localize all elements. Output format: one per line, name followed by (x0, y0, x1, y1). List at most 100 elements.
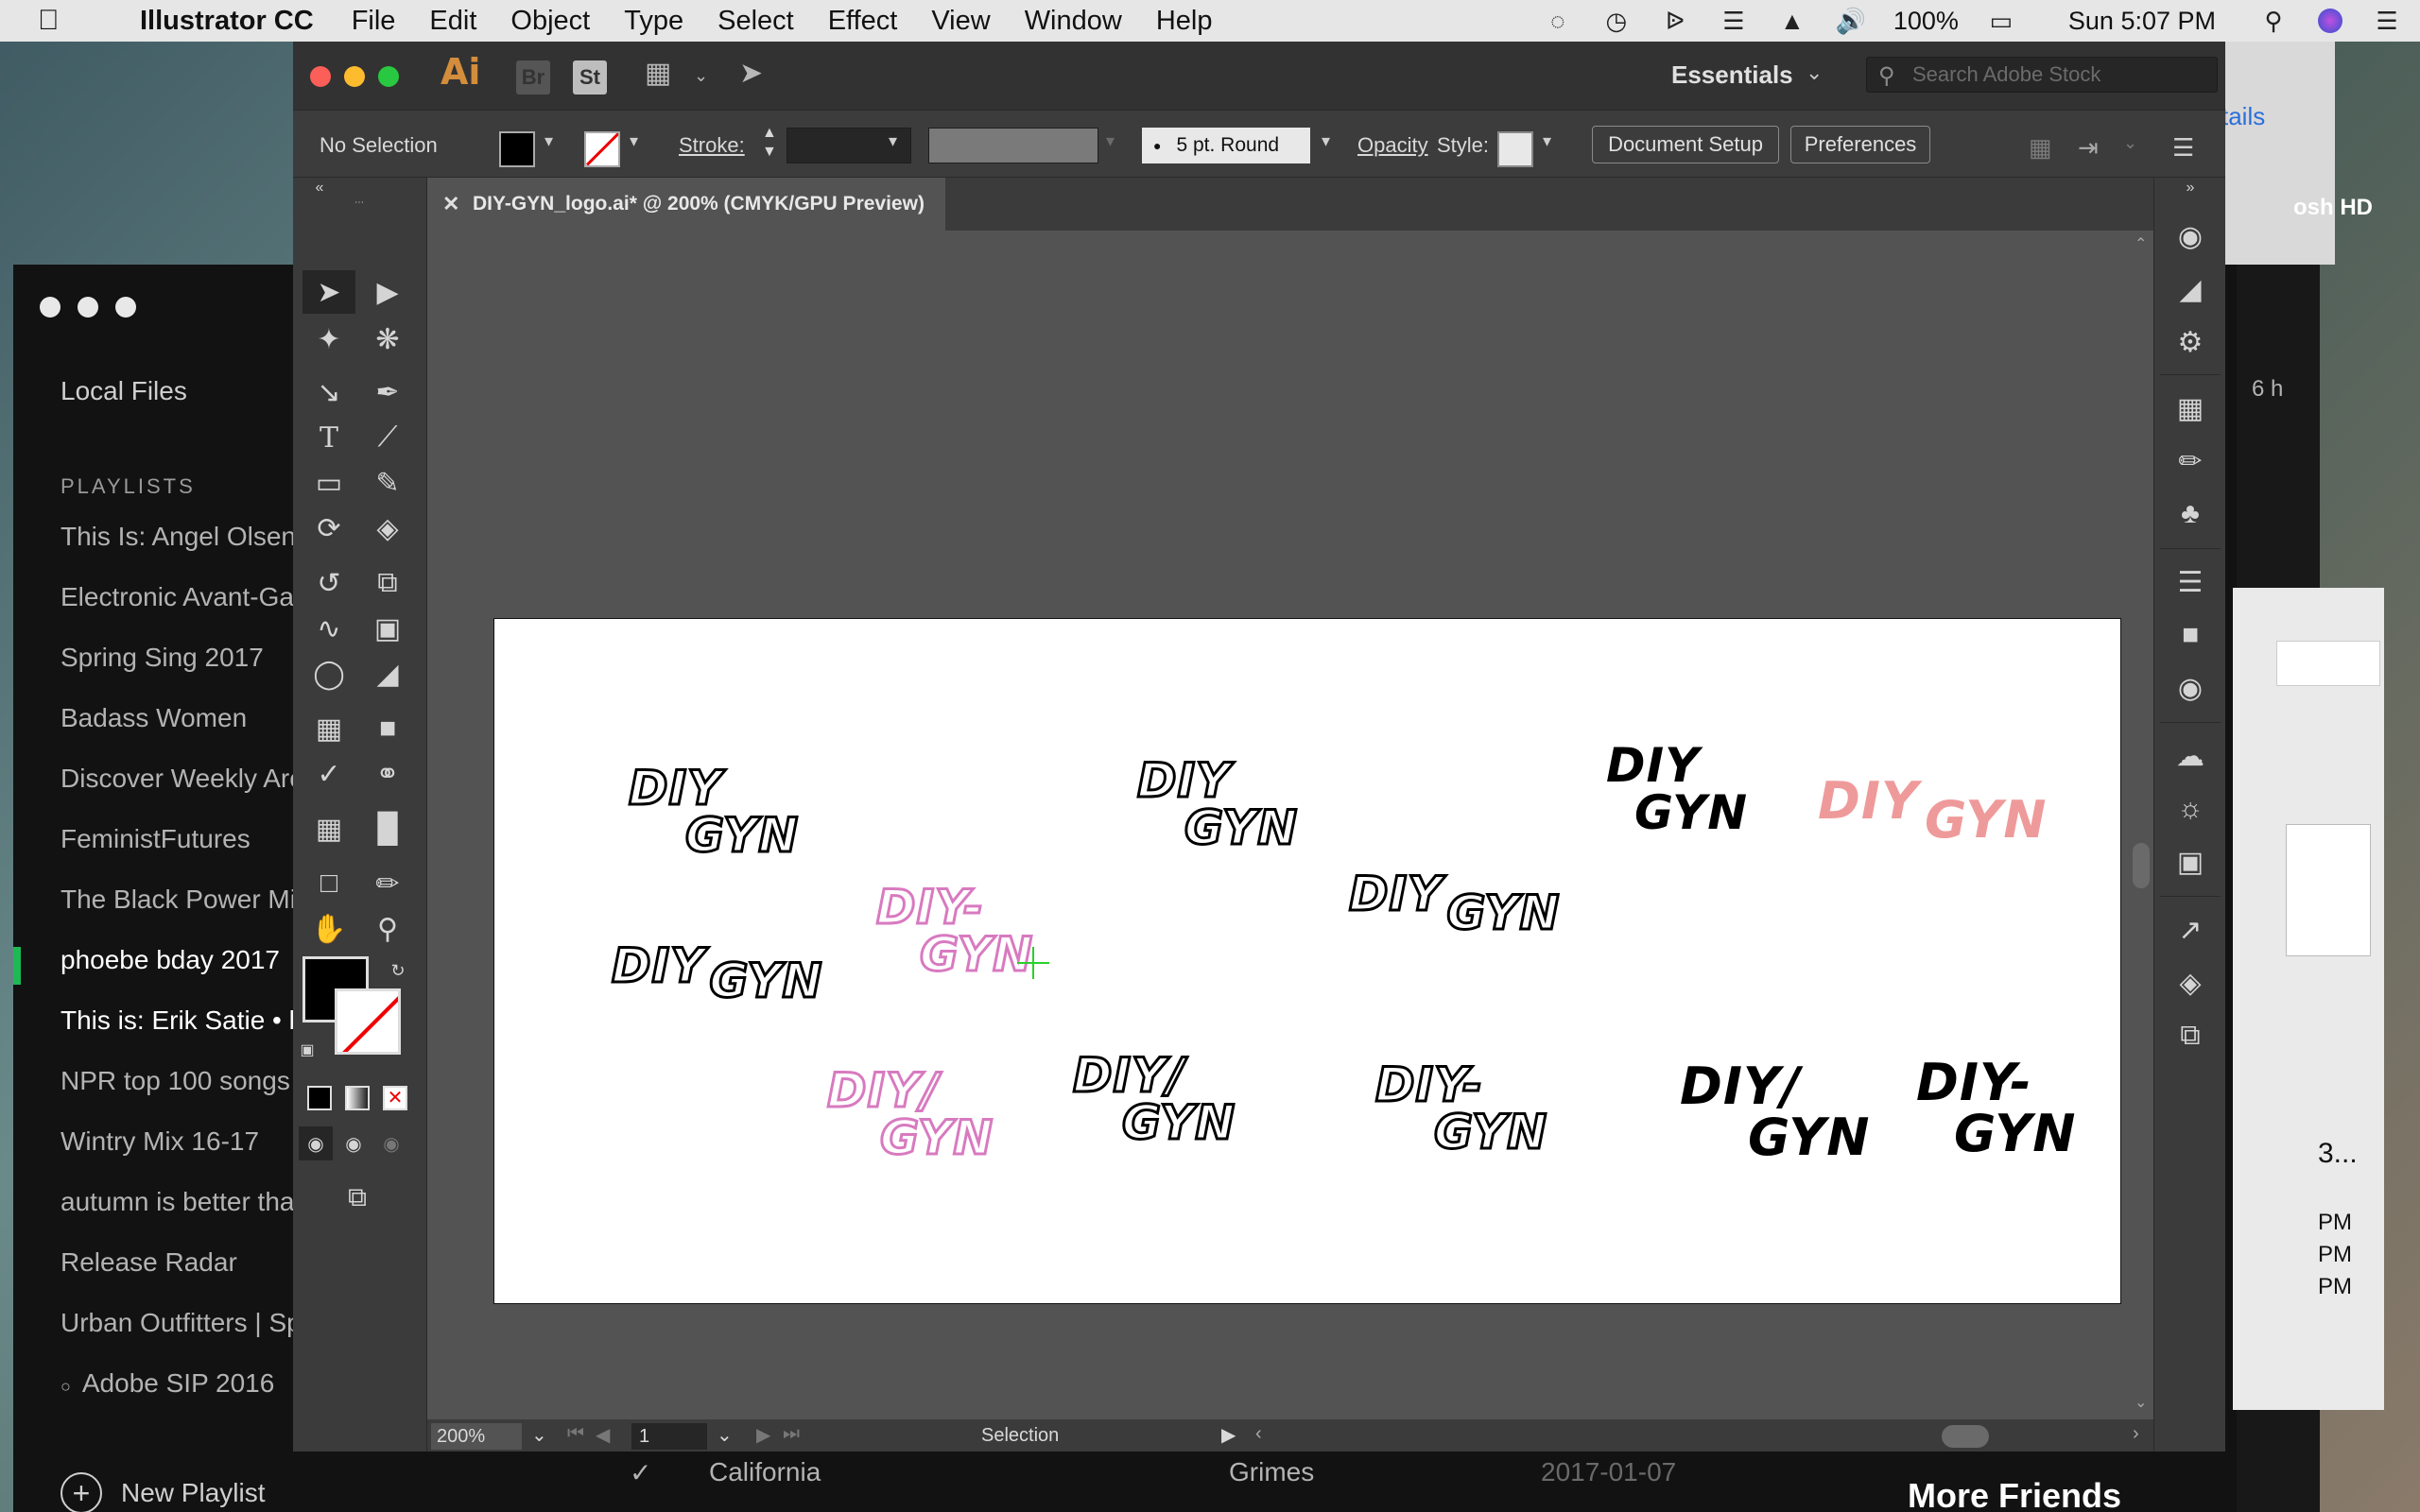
playlist-item[interactable]: The Black Power Mix (60, 881, 306, 941)
logo-variant[interactable]: DIYGYN (610, 941, 822, 1006)
default-fill-stroke-icon[interactable]: ▣ (293, 1036, 321, 1064)
chevron-down-icon[interactable]: ▾ (1322, 131, 1330, 151)
libraries-panel-icon[interactable]: ☁ (2171, 737, 2209, 775)
menu-window[interactable]: Window (1025, 6, 1122, 37)
playlist-item[interactable]: Spring Sing 2017 (60, 639, 306, 699)
brush-definition-dropdown[interactable]: ● 5 pt. Round (1142, 128, 1310, 163)
chevron-down-icon[interactable]: ⌄ (1806, 60, 1823, 85)
playlist-item-active[interactable]: phoebe bday 2017 (60, 941, 306, 1002)
playlist-item[interactable]: Electronic Avant-Garde (60, 578, 306, 639)
menu-effect[interactable]: Effect (828, 6, 898, 37)
track-saved-icon[interactable]: ✓ (630, 1457, 651, 1488)
status-tool-name[interactable]: Selection (981, 1425, 1059, 1447)
chevron-down-icon[interactable]: ⌄ (2123, 133, 2137, 153)
none-mode-icon[interactable]: ✕ (378, 1081, 412, 1115)
direct-selection-tool-icon[interactable]: ▶ (361, 270, 414, 314)
transparency-panel-icon[interactable]: ◉ (2171, 669, 2209, 707)
clock[interactable]: Sun 5:07 PM (2068, 7, 2216, 36)
arrange-documents-icon[interactable]: ▦ (645, 57, 671, 90)
swap-fill-stroke-icon[interactable]: ↻ (384, 956, 412, 985)
color-panel-icon[interactable]: ◉ (2171, 217, 2209, 255)
logo-variant[interactable]: DIY- GYN (1916, 1057, 2076, 1160)
playlist-item[interactable]: FeministFutures (60, 820, 306, 881)
shaper-tool-icon[interactable]: ⟳ (302, 507, 355, 550)
close-button[interactable] (310, 66, 331, 87)
creative-cloud-icon[interactable]: ◌ (1544, 7, 1572, 35)
stroke-swatch[interactable] (584, 131, 620, 167)
horizontal-scroll-thumb[interactable] (1942, 1425, 1989, 1448)
stroke-color-box[interactable] (335, 988, 401, 1055)
color-mode-icon[interactable] (302, 1081, 337, 1115)
symbol-sprayer-tool-icon[interactable]: ▦ (302, 807, 355, 850)
stroke-stepper-icon[interactable]: ▲ ▼ (762, 124, 777, 162)
bridge-icon[interactable]: Br (516, 60, 550, 94)
shape-builder-tool-icon[interactable]: ◯ (302, 652, 355, 696)
gpu-performance-icon[interactable]: ➤ (739, 57, 763, 90)
logo-variant[interactable]: DIY- GYN (1374, 1060, 1548, 1158)
logo-variant[interactable]: DIY/ GYN (826, 1066, 994, 1163)
appearance-panel-icon[interactable]: ☼ (2171, 790, 2209, 828)
logo-variant[interactable]: DIYGYN (1347, 869, 1560, 938)
magic-wand-tool-icon[interactable]: ✦ (302, 318, 355, 361)
paintbrush-tool-icon[interactable]: ✎ (361, 461, 414, 505)
free-transform-tool-icon[interactable]: ▣ (361, 607, 414, 650)
eyedropper-tool-icon[interactable]: ✓ (302, 752, 355, 796)
logo-variant[interactable]: DIY/ GYN (1680, 1061, 1870, 1163)
line-segment-tool-icon[interactable]: ⟋ (361, 416, 414, 459)
logo-variant[interactable]: DIYGYN (1818, 776, 2047, 846)
rectangle-tool-icon[interactable]: ▭ (302, 461, 355, 505)
layers-panel-icon[interactable]: ◈ (2171, 964, 2209, 1002)
perspective-grid-tool-icon[interactable]: ◢ (361, 652, 414, 696)
gradient-panel-icon[interactable]: ■ (2171, 616, 2209, 654)
menu-view[interactable]: View (931, 6, 990, 37)
scroll-down-icon[interactable]: ⌄ (2135, 1393, 2147, 1412)
next-artboard-icon[interactable]: ▶ (756, 1423, 770, 1447)
menu-edit[interactable]: Edit (429, 6, 476, 37)
chevron-down-icon[interactable]: ▾ (630, 131, 638, 151)
airplay-icon[interactable]: ▲ (1778, 7, 1806, 35)
lasso-tool-icon[interactable]: ❋ (361, 318, 414, 361)
scroll-up-icon[interactable]: ⌃ (2135, 234, 2147, 253)
draw-normal-icon[interactable]: ◉ (299, 1126, 333, 1160)
battery-icon[interactable]: ▭ (1987, 7, 2015, 35)
playlist-item[interactable]: NPR top 100 songs (60, 1062, 306, 1123)
color-guide-panel-icon[interactable]: ◢ (2171, 270, 2209, 308)
chevron-down-icon[interactable]: ▾ (889, 131, 897, 151)
playlist-item[interactable]: autumn is better than (60, 1183, 306, 1244)
apple-icon[interactable]:  (38, 5, 76, 37)
new-playlist-button[interactable]: + New Playlist (60, 1472, 265, 1512)
vertical-scrollbar[interactable]: ⌃ ⌄ (2129, 231, 2153, 1419)
draw-behind-icon[interactable]: ◉ (337, 1126, 371, 1160)
volume-icon[interactable]: 🔊 (1836, 7, 1866, 35)
wifi-icon[interactable]: ☰ (1720, 7, 1748, 35)
column-graph-tool-icon[interactable]: █ (361, 807, 414, 850)
last-artboard-icon[interactable]: ⏭ (783, 1423, 800, 1445)
mesh-tool-icon[interactable]: ▦ (302, 707, 355, 750)
hand-tool-icon[interactable]: ✋ (302, 907, 355, 951)
playlist-item[interactable]: Urban Outfitters | Spring (60, 1304, 306, 1365)
chevron-down-icon[interactable]: ⌄ (717, 1423, 733, 1447)
time-machine-icon[interactable]: ◷ (1602, 7, 1631, 35)
change-screen-mode-icon[interactable]: ⧉ (331, 1176, 384, 1219)
playlist-item[interactable]: This Is: Angel Olsen (60, 518, 306, 578)
stroke-label[interactable]: Stroke: (679, 133, 745, 158)
previous-artboard-icon[interactable]: ◀ (596, 1423, 610, 1447)
status-menu-icon[interactable]: ▶ (1221, 1423, 1236, 1447)
menu-file[interactable]: File (352, 6, 396, 37)
graphic-styles-panel-icon[interactable]: ▣ (2171, 843, 2209, 881)
menu-type[interactable]: Type (624, 6, 683, 37)
playlist-item[interactable]: Release Radar (60, 1244, 306, 1304)
recolor-panel-icon[interactable]: ⚙ (2171, 323, 2209, 361)
workspace-switcher[interactable]: Essentials (1671, 60, 1793, 90)
collapse-dock-icon[interactable]: » (2171, 178, 2209, 198)
symbols-panel-icon[interactable]: ♣ (2171, 495, 2209, 533)
minimize-dot[interactable] (78, 297, 98, 318)
chevron-down-icon[interactable]: ▾ (1543, 131, 1551, 151)
logo-variant[interactable]: DIY- GYN (875, 883, 1034, 980)
slice-tool-icon[interactable]: ✏ (361, 862, 414, 905)
preferences-button[interactable]: Preferences (1790, 126, 1930, 163)
close-tab-icon[interactable]: ✕ (442, 192, 459, 216)
zoom-level-field[interactable]: 200% (431, 1423, 522, 1450)
variable-width-field[interactable] (928, 128, 1098, 163)
logo-variant[interactable]: DIY/ GYN (1072, 1051, 1236, 1148)
